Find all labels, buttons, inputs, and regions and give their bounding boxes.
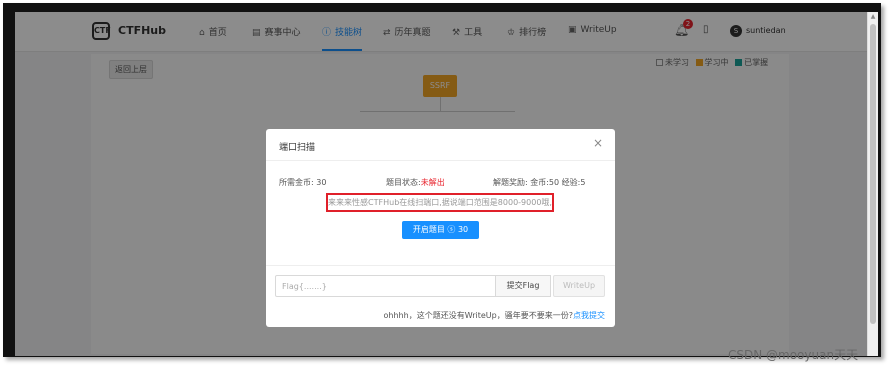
- cost-info: 所需金币: 30: [279, 178, 327, 187]
- status-value: 未解出: [420, 178, 445, 187]
- scroll-up-arrow-icon[interactable]: ▲: [868, 13, 878, 20]
- start-challenge-button[interactable]: 开启题目 ⓢ 30: [402, 221, 479, 239]
- challenge-hint: 来来来性感CTFHub在线扫端口,据说端口范围是8000-9000哦,: [326, 193, 554, 212]
- status-info: 题目状态:未解出: [386, 177, 445, 188]
- screenshot-frame: CTF CTFHub ⌂ 首页 ▤ 赛事中心 ⓘ 技能树 ⇄ 历年真题 ⚒ 工具 ♔ 排行榜: [3, 3, 881, 357]
- scrollbar-thumb[interactable]: [870, 24, 876, 324]
- challenge-modal: 端口扫描 × 所需金币: 30 题目状态:未解出 解题奖励: 金币:50 经验:…: [266, 129, 615, 327]
- writeup-prompt-text: ohhhh，这个题还没有WriteUp，骚年要不要来一份?: [383, 311, 573, 320]
- submit-flag-button[interactable]: 提交Flag: [495, 275, 551, 297]
- close-icon[interactable]: ×: [593, 136, 603, 150]
- flag-input[interactable]: [275, 275, 496, 297]
- modal-title: 端口扫描: [279, 143, 316, 153]
- vertical-scrollbar[interactable]: ▲: [867, 12, 878, 356]
- reward-info: 解题奖励: 金币:50 经验:5: [493, 178, 586, 187]
- divider: [266, 160, 615, 161]
- submit-writeup-link[interactable]: 点我提交: [573, 311, 605, 320]
- divider: [266, 265, 615, 266]
- writeup-button: WriteUp: [553, 275, 605, 297]
- watermark: CSDN @mooyuan天天: [728, 348, 859, 362]
- browser-viewport: CTF CTFHub ⌂ 首页 ▤ 赛事中心 ⓘ 技能树 ⇄ 历年真题 ⚒ 工具 ♔ 排行榜: [15, 12, 878, 356]
- writeup-prompt: ohhhh，这个题还没有WriteUp，骚年要不要来一份?点我提交: [384, 310, 605, 321]
- status-label: 题目状态:: [386, 178, 421, 187]
